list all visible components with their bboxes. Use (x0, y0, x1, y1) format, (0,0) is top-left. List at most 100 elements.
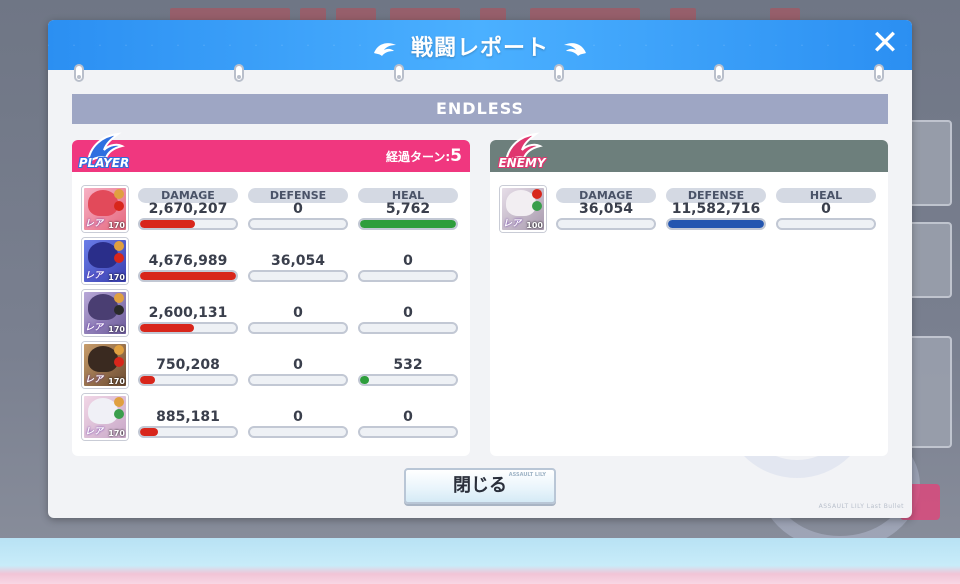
unit-level: 170 (108, 325, 125, 334)
portrait-status-icons (114, 397, 125, 421)
unit-rank: レア (85, 375, 104, 385)
background-card (908, 120, 952, 206)
damage-bar-fill (140, 428, 159, 436)
binder-rings (48, 64, 912, 84)
enemy-badge: ENEMY (492, 132, 552, 182)
defense-value: 0 (293, 201, 303, 217)
portrait-status-icons (114, 293, 125, 317)
heal-stat: 0 (358, 396, 458, 440)
heal-stat: 0 (358, 292, 458, 336)
player-unit-row: レア 170 DAMAGE 2,670,207 DEFENSE 0 HEAL 5,762 (80, 184, 460, 236)
enemy-rows: レア 100 DAMAGE 36,054 DEFENSE 11,582,716 HEAL 0 (498, 184, 878, 236)
portrait-status-icons (532, 189, 543, 213)
damage-bar-fill (140, 324, 194, 332)
wing-right-icon (563, 43, 586, 56)
defense-stat: 0 (248, 396, 348, 440)
heal-bar (358, 218, 458, 230)
heal-bar (776, 218, 876, 230)
battle-report-dialog: 戦闘レポート ✕ ENDLESS 経過ターン:5 PLAYER レア 170 DAM… (48, 20, 912, 518)
enemy-badge-label: ENEMY (498, 156, 546, 170)
status-icon (114, 189, 124, 199)
close-button-label: 閉じる (453, 475, 507, 496)
turn-value: 5 (450, 146, 462, 166)
turn-label: 経過ターン: (385, 150, 451, 164)
player-unit-row: レア 170 2,600,131 0 0 (80, 288, 460, 340)
status-icon (114, 201, 124, 211)
binder-ring (554, 64, 564, 82)
damage-stat: 4,676,989 (138, 240, 238, 284)
enemy-panel: ENEMY レア 100 DAMAGE 36,054 DEFENSE 11,582,716… (490, 132, 888, 456)
heal-bar (358, 322, 458, 334)
background-card (908, 222, 952, 298)
defense-stat: DEFENSE 0 (248, 188, 348, 232)
heal-bar (358, 270, 458, 282)
defense-stat: DEFENSE 11,582,716 (666, 188, 766, 232)
binder-ring (234, 64, 244, 82)
binder-ring (874, 64, 884, 82)
close-button[interactable]: 閉じる ASSAULT LILY (404, 468, 556, 504)
damage-value: 885,181 (156, 409, 220, 425)
defense-bar (248, 270, 348, 282)
damage-bar (556, 218, 656, 230)
damage-bar-fill (140, 220, 195, 228)
heal-stat: HEAL 5,762 (358, 188, 458, 232)
heal-bar-fill (360, 376, 369, 384)
damage-stat: 885,181 (138, 396, 238, 440)
enemy-unit-row: レア 100 DAMAGE 36,054 DEFENSE 11,582,716 HEAL 0 (498, 184, 878, 236)
player-unit-portrait[interactable]: レア 170 (82, 290, 128, 336)
status-icon (114, 397, 124, 407)
heal-value: 0 (821, 201, 831, 217)
dialog-header: 戦闘レポート ✕ (48, 20, 912, 70)
dialog-title-text: 戦闘レポート (410, 36, 549, 61)
unit-level: 170 (108, 377, 125, 386)
defense-value: 36,054 (270, 253, 326, 269)
defense-value: 0 (293, 409, 303, 425)
status-icon (114, 305, 124, 315)
player-unit-row: レア 170 4,676,989 36,054 0 (80, 236, 460, 288)
defense-value: 0 (293, 357, 303, 373)
background-card (908, 336, 952, 448)
game-logo: ASSAULT LILY Last Bullet (818, 503, 904, 510)
unit-rank: レア (85, 219, 104, 229)
damage-stat: DAMAGE 2,670,207 (138, 188, 238, 232)
close-button-deco: ASSAULT LILY (508, 472, 546, 478)
enemy-unit-portrait[interactable]: レア 100 (500, 186, 546, 232)
status-icon (114, 293, 124, 303)
defense-bar (248, 374, 348, 386)
heal-stat: 532 (358, 344, 458, 388)
dialog-title: 戦闘レポート (48, 30, 912, 62)
status-icon (114, 409, 124, 419)
defense-bar (248, 426, 348, 438)
player-unit-portrait[interactable]: レア 170 (82, 238, 128, 284)
background-bottom-strip (0, 538, 960, 584)
damage-value: 2,670,207 (148, 201, 228, 217)
damage-value: 750,208 (156, 357, 220, 373)
damage-bar (138, 270, 238, 282)
status-icon (114, 357, 124, 367)
heal-value: 0 (403, 305, 413, 321)
close-x-icon[interactable]: ✕ (870, 26, 900, 60)
turn-counter: 経過ターン:5 (386, 146, 462, 166)
heal-value: 5,762 (385, 201, 431, 217)
status-icon (114, 241, 124, 251)
player-unit-portrait[interactable]: レア 170 (82, 394, 128, 440)
status-icon (114, 345, 124, 355)
player-badge: PLAYER (74, 132, 134, 182)
heal-stat: HEAL 0 (776, 188, 876, 232)
unit-rank: レア (85, 427, 104, 437)
player-badge-label: PLAYER (78, 156, 130, 170)
damage-bar (138, 426, 238, 438)
damage-value: 2,600,131 (148, 305, 228, 321)
damage-value: 4,676,989 (148, 253, 228, 269)
damage-bar (138, 322, 238, 334)
damage-bar-fill (140, 272, 236, 280)
portrait-status-icons (114, 345, 125, 369)
damage-stat: 2,600,131 (138, 292, 238, 336)
player-unit-portrait[interactable]: レア 170 (82, 186, 128, 232)
binder-ring (74, 64, 84, 82)
status-icon (532, 201, 542, 211)
player-unit-portrait[interactable]: レア 170 (82, 342, 128, 388)
heal-value: 0 (403, 253, 413, 269)
status-icon (114, 253, 124, 263)
defense-value: 11,582,716 (671, 201, 761, 217)
